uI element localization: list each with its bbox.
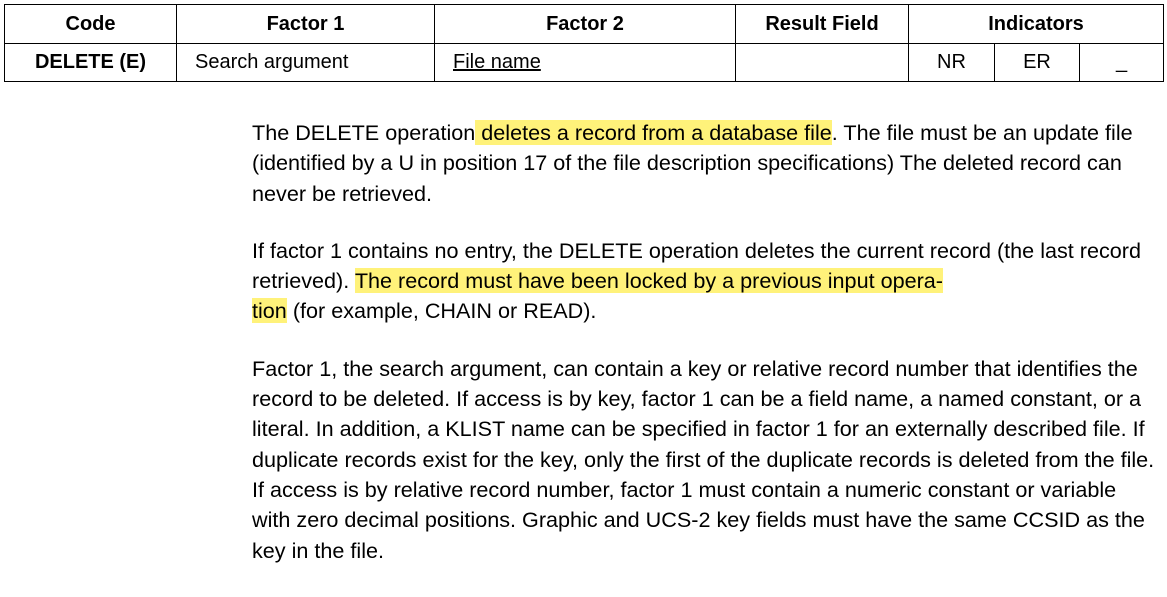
table-row: DELETE (E) Search argument File name NR …: [4, 43, 1165, 82]
header-factor-2: Factor 2: [434, 4, 736, 44]
cell-factor-2: File name: [434, 43, 736, 82]
table-header-row: Code Factor 1 Factor 2 Result Field Indi…: [4, 4, 1165, 44]
paragraph-2: If factor 1 contains no entry, the DELET…: [252, 236, 1157, 327]
paragraph-1: The DELETE operation deletes a record fr…: [252, 118, 1157, 209]
cell-indicator-blank: _: [1078, 43, 1165, 82]
paragraph-3: Factor 1, the search argument, can conta…: [252, 355, 1155, 563]
p1-highlight: deletes a record from a database file: [475, 120, 832, 145]
cell-indicator-nr: NR: [908, 43, 995, 82]
cell-factor-1: Search argument: [176, 43, 435, 82]
operation-spec-table: Code Factor 1 Factor 2 Result Field Indi…: [4, 4, 1165, 82]
p1-text-a: The DELETE operation: [252, 120, 476, 145]
p2-highlight-2: tion: [252, 298, 287, 324]
header-code: Code: [4, 4, 177, 44]
header-factor-1: Factor 1: [176, 4, 435, 44]
header-result-field: Result Field: [735, 4, 909, 44]
cell-code: DELETE (E): [4, 43, 177, 82]
header-indicators: Indicators: [907, 4, 1165, 44]
file-name-link: File name: [453, 51, 541, 73]
cell-indicator-er: ER: [994, 43, 1080, 82]
description-body: The DELETE operation deletes a record fr…: [252, 118, 1157, 593]
p2-highlight-1: The record must have been locked by a pr…: [354, 268, 943, 294]
cell-result-field: [735, 43, 909, 82]
p2-text-b: (for example, CHAIN or READ).: [286, 298, 597, 324]
